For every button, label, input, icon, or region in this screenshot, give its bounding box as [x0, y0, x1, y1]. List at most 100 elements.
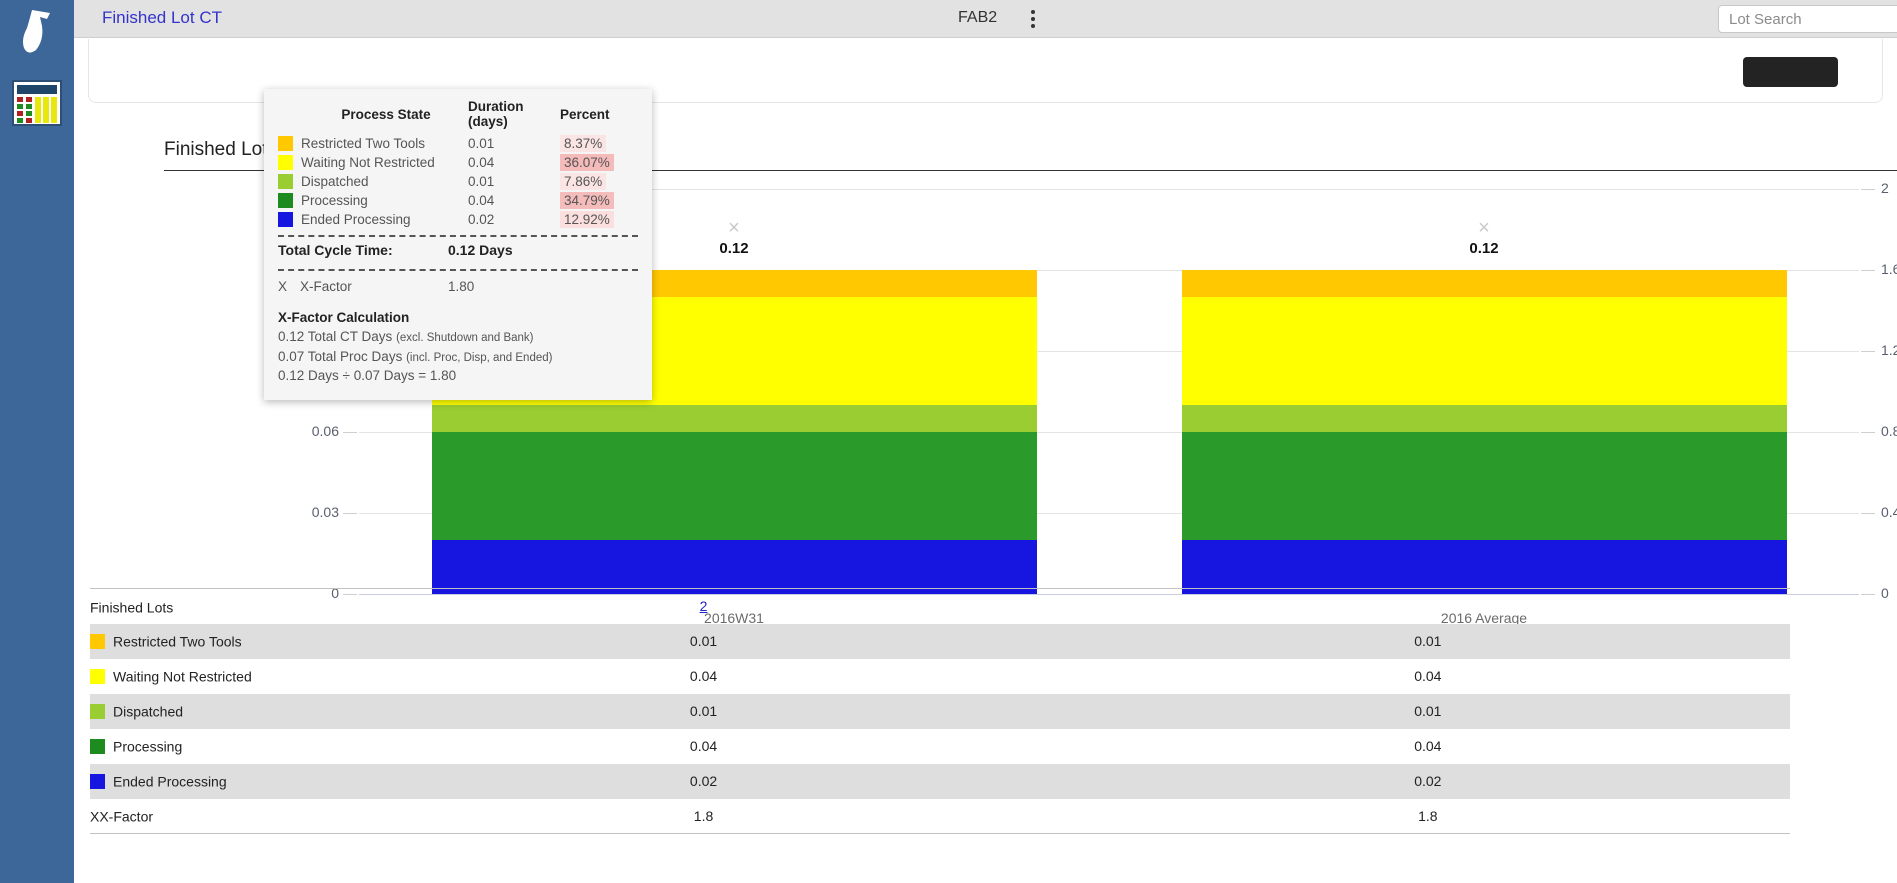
y2-axis-tick-mark [1861, 270, 1875, 271]
y2-axis-tick-mark [1861, 513, 1875, 514]
table-row-label-text: Waiting Not Restricted [113, 669, 252, 685]
bar-segment[interactable] [1182, 270, 1787, 297]
tooltip-duration-cell: 0.02 [468, 210, 560, 229]
legend-swatch-icon [90, 669, 105, 684]
tooltip-calc-line-2: 0.07 Total Proc Days (incl. Proc, Disp, … [278, 347, 638, 367]
tooltip-row: Processing0.0434.79% [278, 191, 638, 210]
bar-segment[interactable] [1182, 540, 1787, 594]
calc-2-main: 0.07 Total Proc Days [278, 349, 402, 364]
tooltip-state-cell: Processing [278, 191, 468, 210]
table-cell: 0.01 [1066, 624, 1790, 659]
table-cell: 0.04 [341, 729, 1065, 764]
tooltip-percent-cell: 36.07% [560, 153, 638, 172]
legend-swatch-icon [278, 155, 293, 170]
bar-segment[interactable] [432, 405, 1037, 432]
table-row: Processing 0.040.04 [90, 729, 1790, 764]
y2-axis-tick-label: 0.8 [1881, 423, 1897, 439]
legend-swatch-icon [90, 774, 105, 789]
y-axis-tick-mark [343, 432, 357, 433]
tooltip-col-percent: Percent [560, 99, 638, 134]
y2-axis-tick-label: 0.4 [1881, 504, 1897, 520]
y2-axis-tick-mark [1861, 189, 1875, 190]
bar-segment[interactable] [1182, 432, 1787, 540]
tooltip-xfactor-label: X-Factor [300, 279, 448, 294]
bar-segment[interactable] [1182, 297, 1787, 405]
tooltip-duration-cell: 0.04 [468, 153, 560, 172]
finished-lots-link[interactable]: 2 [700, 598, 708, 614]
chart-tooltip: Process State Duration (days) Percent Re… [264, 89, 652, 400]
bar-segment[interactable] [1182, 405, 1787, 432]
tooltip-calc-title: X-Factor Calculation [278, 310, 638, 325]
left-nav-rail [0, 0, 74, 883]
legend-swatch-icon [278, 136, 293, 151]
xfactor-marker-icon: × [1454, 217, 1514, 240]
legend-swatch-icon [278, 193, 293, 208]
tooltip-xfactor-value: 1.80 [448, 279, 474, 294]
table-cell: 0.01 [341, 694, 1065, 729]
tooltip-col-duration: Duration (days) [468, 99, 560, 134]
y2-axis-tick-label: 1.6 [1881, 261, 1897, 277]
action-button[interactable] [1743, 57, 1838, 87]
table-row-label-text: Processing [113, 739, 182, 755]
table-row: Ended Processing 0.020.02 [90, 764, 1790, 799]
y2-axis-tick-label: 2 [1881, 180, 1897, 196]
table-row-label: Finished Lots [90, 589, 341, 624]
xfactor-marker-icon: × [704, 217, 764, 240]
tooltip-duration-cell: 0.01 [468, 134, 560, 153]
tooltip-breakdown-table: Process State Duration (days) Percent Re… [278, 99, 638, 229]
tooltip-state-cell: Waiting Not Restricted [278, 153, 468, 172]
y2-axis-tick-mark [1861, 594, 1875, 595]
tooltip-xfactor-row: X X-Factor 1.80 [278, 271, 638, 298]
table-row-label: Dispatched [90, 694, 341, 729]
table-cell: 0.04 [1066, 659, 1790, 694]
table-cell: 0.01 [341, 624, 1065, 659]
table-row: Waiting Not Restricted0.040.04 [90, 659, 1790, 694]
tooltip-state-label: Waiting Not Restricted [301, 155, 435, 170]
y2-axis-tick-label: 1.2 [1881, 342, 1897, 358]
table-cell: 1.8 [341, 799, 1065, 834]
tooltip-total-value: 0.12 Days [448, 242, 513, 258]
page-title-link[interactable]: Finished Lot CT [102, 8, 222, 28]
table-row: Restricted Two Tools 0.010.01 [90, 624, 1790, 659]
table-cell: 0.01 [1066, 694, 1790, 729]
report-table-icon[interactable] [12, 80, 62, 126]
table-row-label-text: Restricted Two Tools [113, 634, 242, 650]
y-axis-tick-label: 0.03 [259, 504, 339, 520]
table-row-label: Restricted Two Tools [90, 624, 341, 659]
y2-axis-tick-mark [1861, 351, 1875, 352]
table-row-label: Waiting Not Restricted [90, 659, 341, 694]
tooltip-row: Waiting Not Restricted 0.0436.07% [278, 153, 638, 172]
y2-axis-tick-mark [1861, 432, 1875, 433]
table-row-label-text: XX-Factor [90, 808, 153, 824]
tooltip-calc-line-1: 0.12 Total CT Days (excl. Shutdown and B… [278, 327, 638, 347]
calc-2-note: (incl. Proc, Disp, and Ended) [406, 352, 552, 364]
table-row: Dispatched0.010.01 [90, 694, 1790, 729]
xfactor-marker-icon: X [278, 279, 300, 294]
table-row: Finished Lots 2 [90, 589, 1790, 624]
table-cell: 0.02 [341, 764, 1065, 799]
legend-swatch-icon [90, 704, 105, 719]
tooltip-percent-cell: 7.86% [560, 172, 638, 191]
tooltip-state-cell: Restricted Two Tools [278, 134, 468, 153]
table-row-label-text: Ended Processing [113, 774, 227, 790]
tooltip-row: Ended Processing0.0212.92% [278, 210, 638, 229]
y-axis-tick-label: 0.06 [259, 423, 339, 439]
table-cell: 0.04 [1066, 729, 1790, 764]
vertical-dots-icon[interactable] [1024, 8, 1042, 30]
tooltip-percent-cell: 12.92% [560, 210, 638, 229]
table-row-label: Processing [90, 729, 341, 764]
table-row-label-text: Finished Lots [90, 599, 173, 615]
bar-segment[interactable] [432, 540, 1037, 594]
table-cell: 0.02 [1066, 764, 1790, 799]
bar-total-label: 0.12 [674, 240, 794, 257]
table-row: XX-Factor1.81.8 [90, 799, 1790, 834]
lot-search-input[interactable] [1718, 5, 1897, 33]
tooltip-state-cell: Dispatched [278, 172, 468, 191]
tooltip-state-label: Dispatched [301, 174, 369, 189]
stacked-bar[interactable] [1182, 270, 1787, 594]
bar-segment[interactable] [432, 432, 1037, 540]
table-cell: 2 [341, 589, 1065, 624]
tooltip-percent-cell: 8.37% [560, 134, 638, 153]
fab-selector-label: FAB2 [958, 9, 997, 27]
tooltip-state-label: Restricted Two Tools [301, 136, 425, 151]
